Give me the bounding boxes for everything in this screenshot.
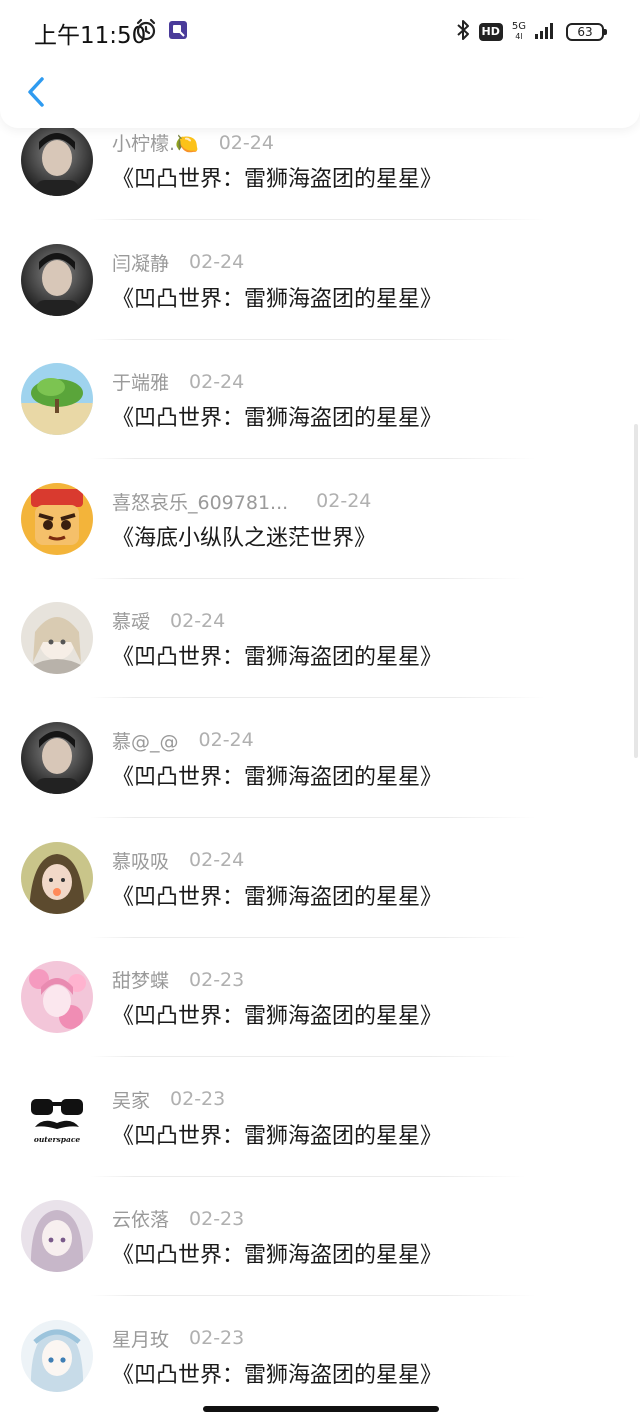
item-title[interactable]: 《凹凸世界：雷狮海盗团的星星》 <box>112 879 442 911</box>
list-item[interactable]: 甜梦蝶 02-23 《凹凸世界：雷狮海盗团的星星》 <box>0 957 640 1077</box>
status-bar: 上午11:50 HD 5G 4l 63 <box>0 0 640 62</box>
avatar[interactable] <box>21 721 93 794</box>
item-title[interactable]: 《凹凸世界：雷狮海盗团的星星》 <box>112 281 442 313</box>
divider <box>90 219 546 220</box>
item-meta: 甜梦蝶 02-23 <box>112 966 244 993</box>
item-date: 02-24 <box>189 251 245 274</box>
divider <box>90 816 536 818</box>
list-item[interactable]: 慕@_@ 02-24 《凹凸世界：雷狮海盗团的星星》 <box>0 718 640 838</box>
item-meta: 喜怒哀乐_609781... 02-24 <box>112 488 371 515</box>
item-title[interactable]: 《凹凸世界：雷狮海盗团的星星》 <box>112 1357 442 1389</box>
signal-icon <box>535 20 557 44</box>
list-item[interactable]: 喜怒哀乐_609781... 02-24 《海底小纵队之迷茫世界》 <box>0 479 640 599</box>
item-meta: 吴家 02-23 <box>112 1086 225 1113</box>
list-item[interactable]: 慕叆 02-24 《凹凸世界：雷狮海盗团的星星》 <box>0 598 640 718</box>
avatar[interactable]: outerspace <box>21 1080 93 1153</box>
screen: 上午11:50 HD 5G 4l 63 小柠檬.🍋 02-24 《凹凸世界：雷狮… <box>0 0 640 1423</box>
avatar[interactable] <box>21 1319 93 1392</box>
divider <box>90 577 526 579</box>
username[interactable]: 喜怒哀乐_609781... <box>112 488 288 515</box>
divider <box>90 1295 536 1297</box>
divider <box>90 1175 526 1177</box>
username[interactable]: 吴家 <box>112 1086 150 1113</box>
list-item[interactable]: 于端雅 02-24 《凹凸世界：雷狮海盗团的星星》 <box>0 359 640 479</box>
battery-icon: 63 <box>566 23 607 41</box>
item-meta: 于端雅 02-24 <box>112 368 244 395</box>
avatar[interactable] <box>21 841 93 914</box>
username[interactable]: 星月玫 <box>112 1325 169 1352</box>
avatar[interactable] <box>21 482 93 555</box>
header-bar <box>0 62 640 128</box>
item-date: 02-23 <box>170 1088 226 1111</box>
app-notification-icon <box>168 20 188 44</box>
list-item[interactable]: outerspace 吴家 02-23 《凹凸世界：雷狮海盗团的星星》 <box>0 1077 640 1197</box>
divider <box>90 1056 516 1058</box>
item-date: 02-24 <box>170 609 226 632</box>
username[interactable]: 于端雅 <box>112 368 169 395</box>
list-item[interactable]: 慕吸吸 02-24 《凹凸世界：雷狮海盗团的星星》 <box>0 838 640 958</box>
item-meta: 小柠檬.🍋 02-24 <box>112 129 274 156</box>
status-time: 上午11:50 <box>34 23 147 49</box>
item-date: 02-24 <box>316 490 372 513</box>
network-label: 5G <box>511 21 526 32</box>
item-meta: 云依落 02-23 <box>112 1205 244 1232</box>
item-date: 02-23 <box>189 968 245 991</box>
item-meta: 闫凝静 02-24 <box>112 249 244 276</box>
item-title[interactable]: 《海底小纵队之迷茫世界》 <box>112 520 376 552</box>
back-button[interactable] <box>16 74 56 114</box>
alarm-icon <box>134 18 158 46</box>
chevron-left-icon <box>26 76 46 112</box>
item-title[interactable]: 《凹凸世界：雷狮海盗团的星星》 <box>112 639 442 671</box>
divider <box>90 936 526 938</box>
avatar[interactable] <box>21 961 93 1034</box>
item-date: 02-24 <box>189 849 245 872</box>
list-item[interactable]: 云依落 02-23 《凹凸世界：雷狮海盗团的星星》 <box>0 1196 640 1316</box>
comment-list: 小柠檬.🍋 02-24 《凹凸世界：雷狮海盗团的星星》 闫凝静 02-24 《凹凸世界：… <box>0 120 640 1423</box>
avatar[interactable] <box>21 602 93 675</box>
divider <box>90 458 536 460</box>
item-date: 02-24 <box>218 131 274 154</box>
item-meta: 慕@_@ 02-24 <box>112 727 254 754</box>
avatar[interactable] <box>21 1200 93 1273</box>
list-item[interactable]: 小柠檬.🍋 02-24 《凹凸世界：雷狮海盗团的星星》 <box>0 120 640 240</box>
username[interactable]: 甜梦蝶 <box>112 966 169 993</box>
scrollbar[interactable] <box>634 424 638 758</box>
list-item[interactable]: 闫凝静 02-24 《凹凸世界：雷狮海盗团的星星》 <box>0 240 640 360</box>
username[interactable]: 云依落 <box>112 1205 169 1232</box>
item-date: 02-24 <box>189 370 245 393</box>
hd-badge: HD <box>478 23 503 41</box>
item-date: 02-23 <box>189 1207 245 1230</box>
network-type: 5G 4l <box>512 22 526 42</box>
item-title[interactable]: 《凹凸世界：雷狮海盗团的星星》 <box>112 1118 442 1150</box>
item-meta: 慕叆 02-24 <box>112 607 225 634</box>
item-meta: 慕吸吸 02-24 <box>112 847 244 874</box>
divider <box>90 338 516 340</box>
status-left-icons <box>134 18 188 46</box>
username[interactable]: 闫凝静 <box>112 249 169 276</box>
item-meta: 星月玫 02-23 <box>112 1325 244 1352</box>
username[interactable]: 慕@_@ <box>112 727 179 754</box>
svg-text:outerspace: outerspace <box>34 1135 81 1144</box>
battery-level: 63 <box>577 25 593 39</box>
item-date: 02-23 <box>189 1327 245 1350</box>
network-sub-label: 4l <box>515 32 523 41</box>
home-indicator[interactable] <box>203 1406 439 1412</box>
avatar[interactable] <box>21 243 93 316</box>
username[interactable]: 慕吸吸 <box>112 847 169 874</box>
item-title[interactable]: 《凹凸世界：雷狮海盗团的星星》 <box>112 759 442 791</box>
avatar[interactable] <box>21 363 93 436</box>
item-title[interactable]: 《凹凸世界：雷狮海盗团的星星》 <box>112 1237 442 1269</box>
username[interactable]: 小柠檬.🍋 <box>112 129 199 156</box>
bluetooth-icon <box>456 18 470 46</box>
status-right-icons: HD 5G 4l 63 <box>456 18 607 46</box>
avatar[interactable] <box>21 124 93 196</box>
item-title[interactable]: 《凹凸世界：雷狮海盗团的星星》 <box>112 400 442 432</box>
username[interactable]: 慕叆 <box>112 607 150 634</box>
item-date: 02-24 <box>198 729 254 752</box>
item-title[interactable]: 《凹凸世界：雷狮海盗团的星星》 <box>112 161 442 193</box>
divider <box>90 697 546 699</box>
item-title[interactable]: 《凹凸世界：雷狮海盗团的星星》 <box>112 998 442 1030</box>
